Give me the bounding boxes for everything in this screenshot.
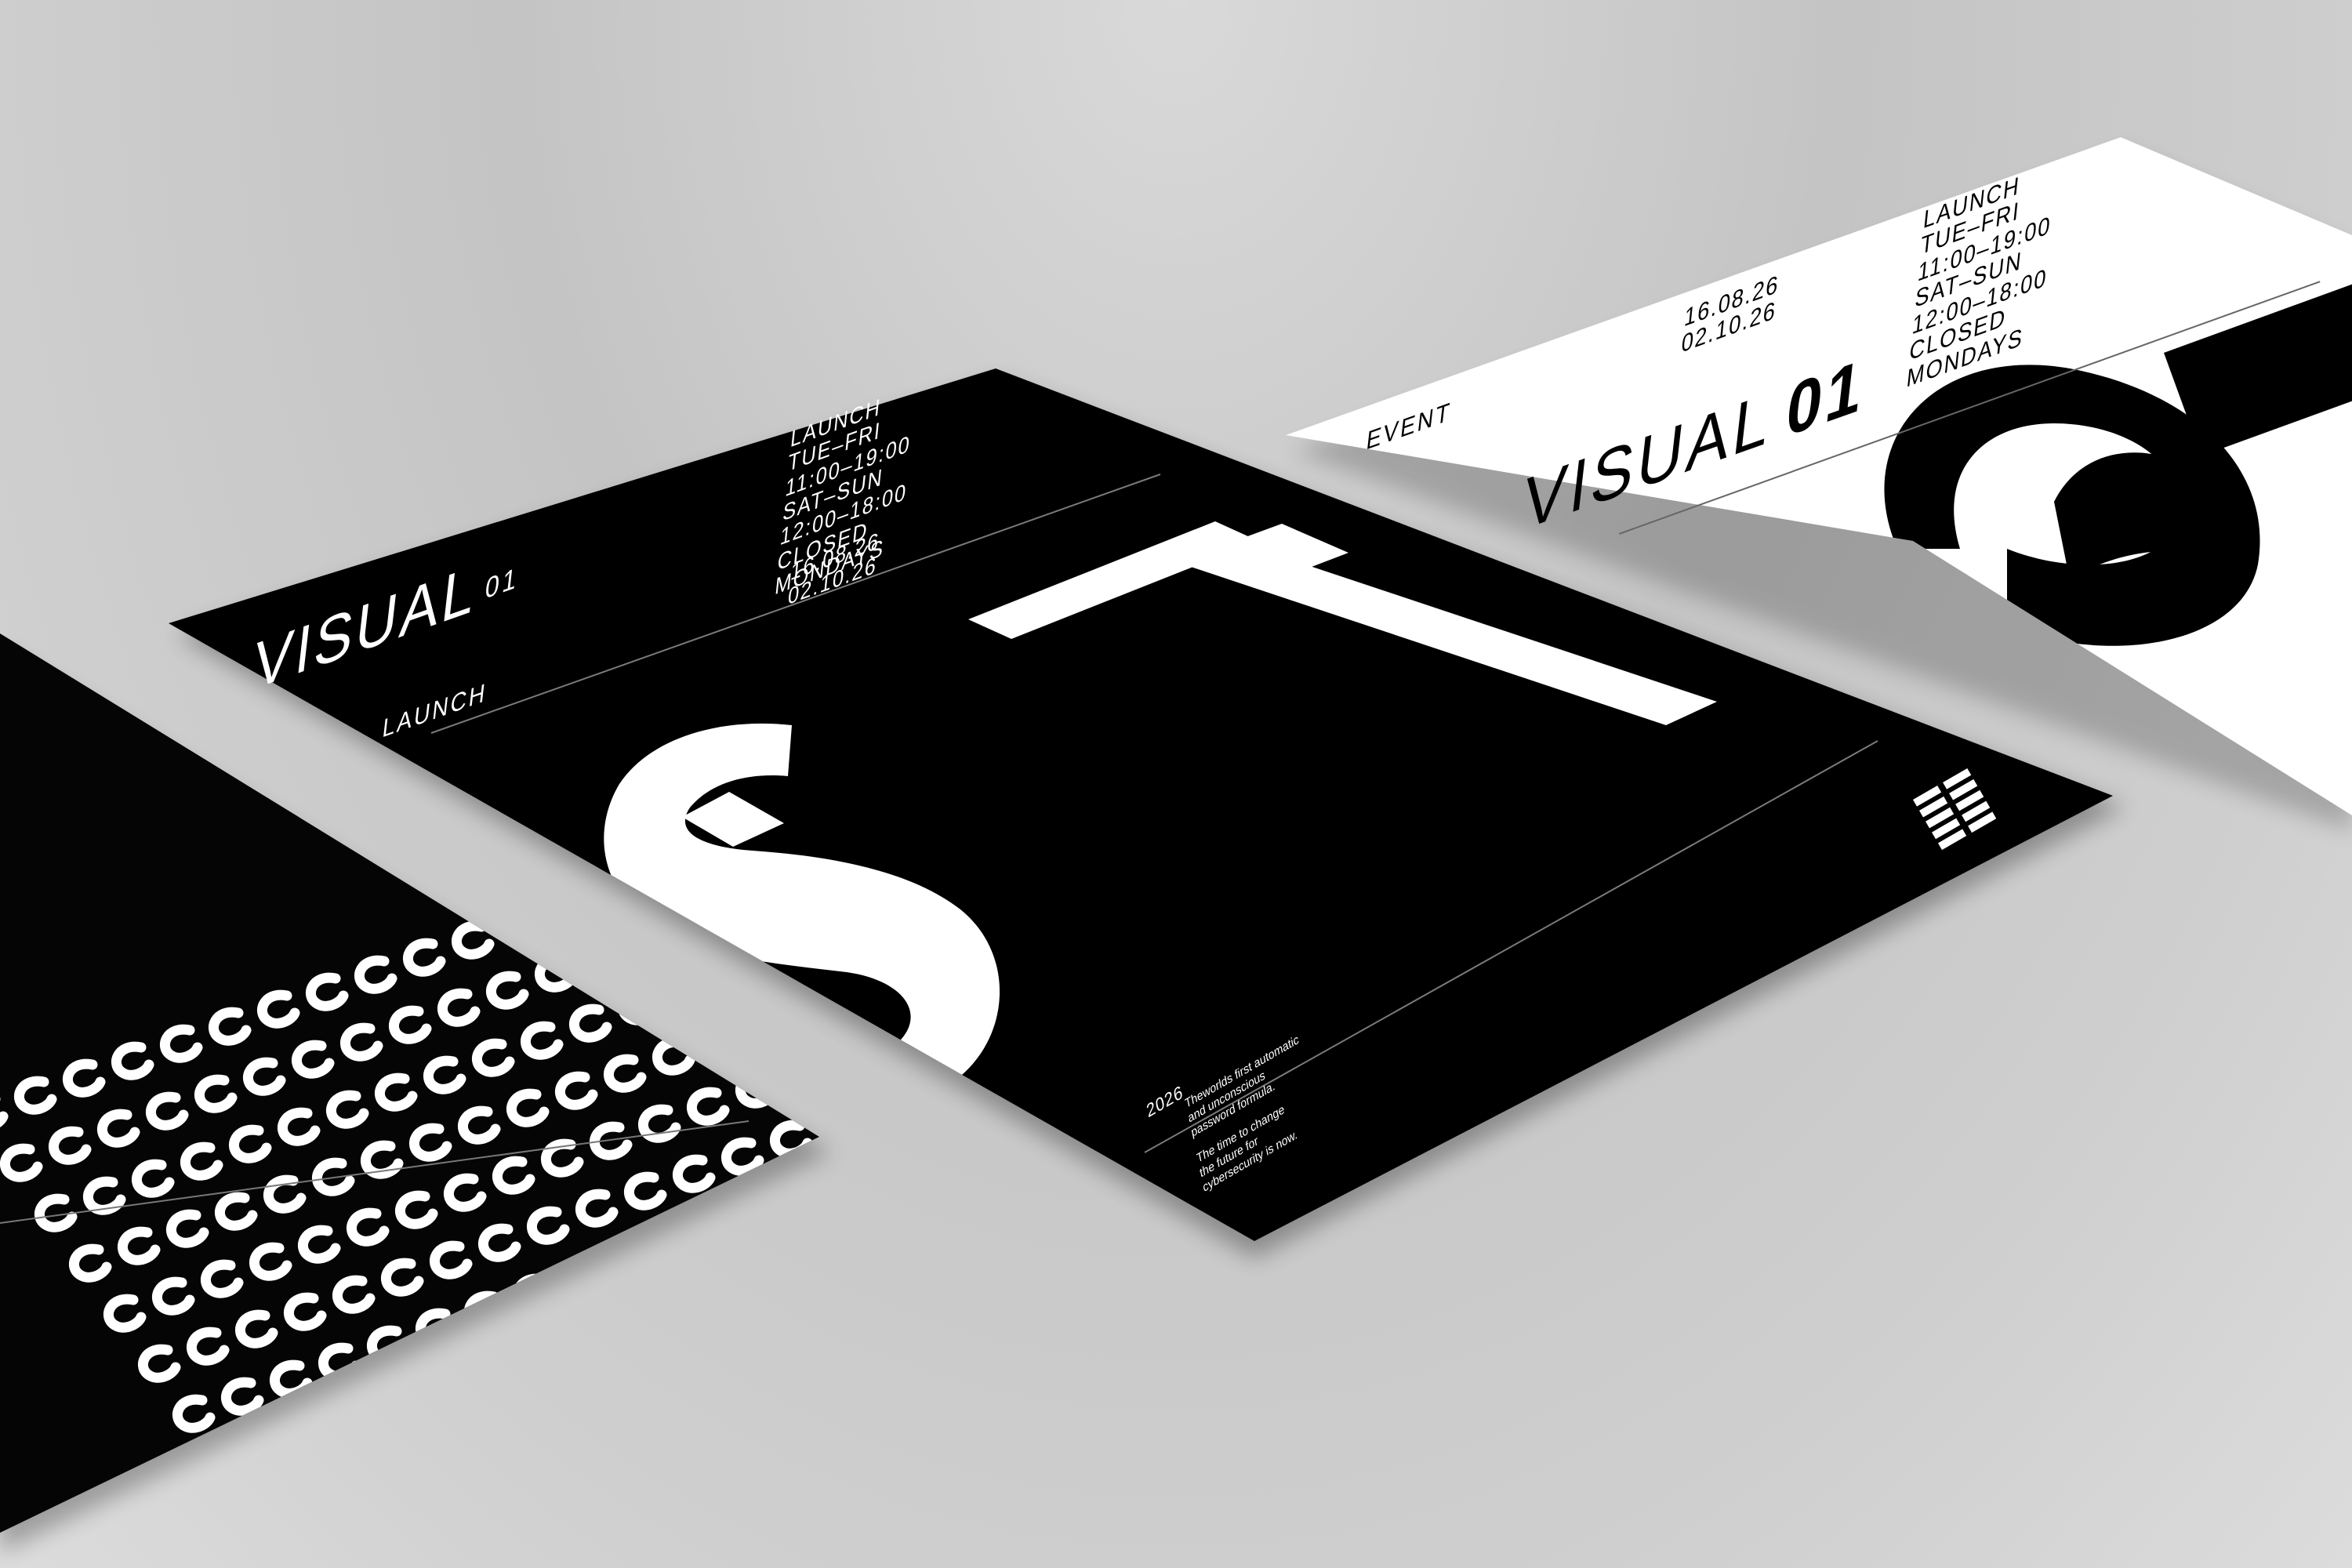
hook-glyph <box>666 969 710 1008</box>
hook-glyph <box>338 1460 382 1499</box>
hook-glyph <box>499 903 543 942</box>
hook-glyph <box>615 1424 659 1463</box>
hook-glyph <box>727 1322 771 1361</box>
hook-glyph <box>892 1208 925 1236</box>
hook-glyph <box>810 1355 819 1394</box>
hook-glyph <box>818 1102 819 1142</box>
hook-glyph <box>241 1494 285 1533</box>
hook-glyph <box>534 953 578 993</box>
hook-glyph <box>735 1069 779 1109</box>
hook-glyph <box>678 1339 722 1378</box>
hook-glyph <box>583 936 626 975</box>
hook-glyph <box>858 1158 891 1186</box>
hook-glyph <box>435 1425 479 1465</box>
hook-glyph <box>206 1444 250 1483</box>
hook-glyph <box>631 919 675 958</box>
hook-glyph <box>837 1040 870 1069</box>
hook-glyph <box>864 1343 897 1371</box>
hook-glyph <box>913 1326 946 1354</box>
hook-glyph <box>829 1293 862 1321</box>
hook-glyph <box>532 1391 576 1430</box>
hook-glyph <box>692 1272 736 1311</box>
hook-glyph <box>1010 1291 1043 1319</box>
hook-glyph <box>927 1258 960 1287</box>
hook-glyph <box>741 1254 785 1294</box>
hook-glyph <box>664 1406 708 1446</box>
hook-glyph <box>755 1187 799 1226</box>
hook-glyph <box>548 886 592 925</box>
hook-glyph <box>595 1306 639 1345</box>
hook-glyph <box>387 1443 430 1482</box>
hook-glyph <box>761 1372 805 1411</box>
hook-glyph <box>470 1475 514 1515</box>
hook-glyph <box>844 1225 877 1254</box>
hook-glyph <box>401 1375 445 1414</box>
hook-glyph <box>878 1276 911 1304</box>
hook-glyph <box>906 1141 939 1169</box>
mockup-scene: VISUAL01 LAUNCH LAUNCH TUE–FRI 11:00–19:… <box>0 0 2352 1568</box>
hook-glyph <box>961 1308 994 1337</box>
hook-glyph <box>749 1002 793 1041</box>
hook-glyph <box>783 1052 819 1091</box>
hook-glyph <box>713 1389 757 1428</box>
hook-glyph <box>644 1289 688 1328</box>
hook-glyph <box>546 1323 590 1363</box>
hook-glyph <box>352 1392 396 1432</box>
hook-glyph <box>872 1091 905 1119</box>
hook-glyph <box>289 1477 333 1516</box>
hook-glyph <box>804 1170 819 1209</box>
hook-glyph <box>255 1427 299 1466</box>
hook-glyph <box>700 1019 744 1058</box>
hook-glyph <box>706 1204 750 1243</box>
hook-glyph <box>484 1408 528 1447</box>
hook-glyph <box>324 1527 368 1533</box>
hook-glyph <box>303 1410 347 1449</box>
hook-glyph <box>498 1341 542 1380</box>
hook-glyph <box>775 1305 819 1344</box>
hook-glyph <box>518 1458 562 1497</box>
hook-glyph <box>617 986 661 1025</box>
hook-glyph <box>658 1221 702 1261</box>
hook-glyph <box>941 1191 974 1219</box>
center-title-suffix: 01 <box>483 561 521 606</box>
hook-glyph <box>421 1493 465 1532</box>
hook-glyph <box>372 1510 416 1533</box>
hook-glyph <box>449 1358 493 1397</box>
hook-glyph <box>975 1241 1008 1269</box>
hook-glyph <box>581 1374 625 1413</box>
hook-glyph <box>789 1237 819 1276</box>
hook-glyph <box>630 1356 673 1396</box>
hook-glyph <box>567 1441 611 1480</box>
hook-glyph <box>281 1550 314 1568</box>
